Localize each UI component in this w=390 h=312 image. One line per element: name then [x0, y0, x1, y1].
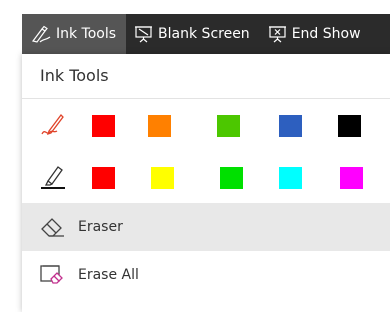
pen-row — [22, 99, 390, 151]
highlighter-icon[interactable] — [40, 161, 66, 191]
pen-icon[interactable] — [40, 109, 66, 139]
erase-all-menu-item[interactable]: Erase All — [22, 251, 390, 299]
highlighter-color-swatch[interactable] — [151, 167, 174, 189]
pen-color-swatch[interactable] — [279, 115, 302, 137]
pen-color-swatch[interactable] — [217, 115, 240, 137]
panel-title: Ink Tools — [40, 66, 109, 85]
eraser-menu-item[interactable]: Eraser — [22, 203, 390, 251]
blank-screen-button[interactable]: Blank Screen — [126, 14, 260, 54]
presentation-screen-icon — [135, 26, 153, 43]
pen-color-swatch[interactable] — [92, 115, 115, 137]
eraser-label: Eraser — [78, 219, 123, 235]
highlighter-color-swatch[interactable] — [92, 167, 115, 189]
presenter-toolbar: Ink Tools Blank Screen End Show — [22, 14, 390, 54]
highlighter-color-swatch[interactable] — [340, 167, 363, 189]
pen-hand-icon — [31, 25, 51, 43]
blank-screen-label: Blank Screen — [158, 26, 250, 42]
end-show-button[interactable]: End Show — [260, 14, 371, 54]
ink-tools-panel: Ink Tools Eraser Erase All — [22, 54, 390, 312]
highlighter-row — [22, 151, 390, 203]
ink-tools-label: Ink Tools — [56, 26, 117, 42]
pen-color-swatch[interactable] — [148, 115, 171, 137]
erase-all-label: Erase All — [78, 267, 139, 283]
erase-all-icon — [40, 265, 63, 284]
pen-color-swatch[interactable] — [338, 115, 361, 137]
ink-tools-button[interactable]: Ink Tools — [22, 14, 127, 54]
end-show-label: End Show — [291, 26, 361, 42]
eraser-icon — [41, 218, 64, 237]
highlighter-color-swatch[interactable] — [220, 167, 243, 189]
highlighter-color-swatch[interactable] — [279, 167, 302, 189]
end-show-icon — [268, 26, 286, 43]
